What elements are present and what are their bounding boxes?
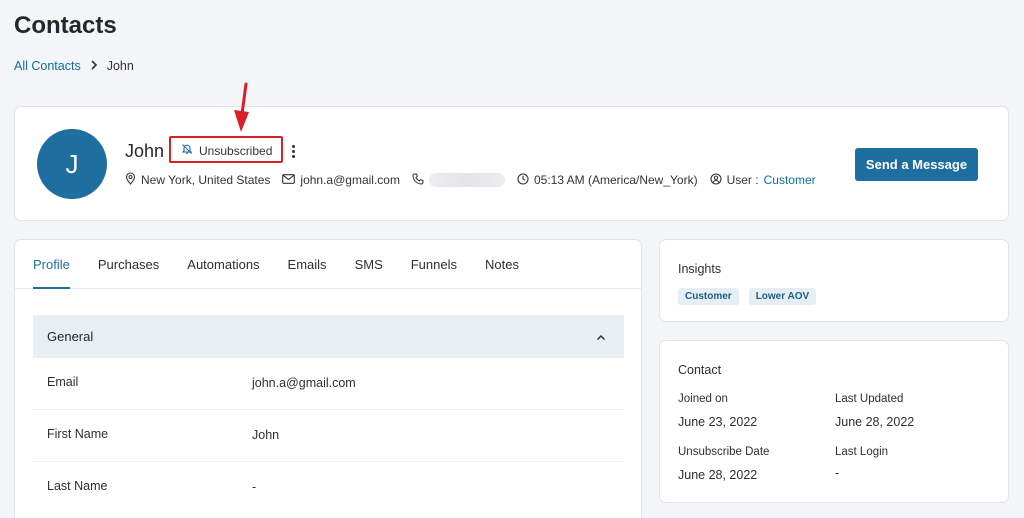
clock-icon [517,172,529,188]
tab-purchases[interactable]: Purchases [98,240,159,288]
last-updated-value: June 28, 2022 [835,415,915,429]
joined-on-value: June 23, 2022 [678,415,758,429]
send-message-button[interactable]: Send a Message [855,148,978,181]
breadcrumb: All Contacts John [14,59,134,73]
status-label: Unsubscribed [199,143,273,158]
status-badge: Unsubscribed [181,143,272,158]
annotation-arrow-icon [234,82,249,132]
breadcrumb-all-contacts[interactable]: All Contacts [14,59,81,73]
tab-notes[interactable]: Notes [485,240,519,288]
user-type-link[interactable]: Customer [764,173,816,187]
user-type-label: User : [726,173,759,187]
tag-lower-aov[interactable]: Lower AOV [748,288,817,305]
avatar: J [37,129,107,199]
tab-emails[interactable]: Emails [288,240,327,288]
tab-bar: Profile Purchases Automations Emails SMS… [15,240,641,289]
chevron-up-icon [596,329,606,344]
meta-phone [412,173,505,188]
unsubscribe-date-label: Unsubscribe Date [678,446,770,458]
bell-off-icon [181,143,193,158]
page-title: Contacts [14,12,117,39]
contact-info-card: Contact Joined on June 23, 2022 Last Upd… [659,340,1009,503]
tab-automations[interactable]: Automations [187,240,259,288]
field-label: Last Name [47,479,108,493]
tag-customer[interactable]: Customer [678,288,739,305]
contact-header-card: J John Unsubscribed New York, United Sta… [14,106,1009,221]
kebab-menu-icon[interactable] [287,140,299,162]
last-login-label: Last Login [835,446,889,458]
meta-time: 05:13 AM (America/New_York) [517,172,698,188]
user-icon [710,172,722,188]
tab-sms[interactable]: SMS [355,240,383,288]
mail-icon [282,173,296,187]
profile-panel: Profile Purchases Automations Emails SMS… [14,239,642,518]
unsubscribe-date-value: June 28, 2022 [678,468,758,482]
meta-user-type: User : Customer [710,172,816,188]
chevron-right-icon [90,59,98,73]
contact-name: John [125,141,165,161]
field-value: john.a@gmail.com [252,376,356,390]
location-text: New York, United States [141,173,271,187]
tab-funnels[interactable]: Funnels [411,240,457,288]
field-value: John [252,428,280,442]
phone-icon [412,173,424,188]
phone-number-redacted [428,173,505,187]
joined-on-label: Joined on [678,393,728,405]
location-pin-icon [125,172,136,188]
local-time-text: 05:13 AM (America/New_York) [533,173,698,187]
insights-tags: Customer Lower AOV [678,288,817,305]
email-text[interactable]: john.a@gmail.com [300,173,400,187]
general-section-title: General [47,329,94,344]
field-row-last-name: Last Name - [33,462,624,514]
field-row-first-name: First Name John [33,410,624,462]
tab-profile[interactable]: Profile [33,240,70,289]
last-updated-label: Last Updated [835,393,904,405]
breadcrumb-current: John [106,59,134,73]
last-login-value: - [835,466,840,480]
contact-meta: New York, United States john.a@gmail.com… [125,172,828,188]
general-section-header[interactable]: General [33,315,624,358]
field-label: Email [47,375,79,389]
insights-title: Insights [678,262,722,276]
field-row-email: Email john.a@gmail.com [33,358,624,410]
meta-location: New York, United States [125,172,270,188]
insights-card: Insights Customer Lower AOV [659,239,1009,322]
contact-info-title: Contact [678,363,722,377]
meta-email: john.a@gmail.com [282,173,400,187]
field-value: - [252,480,257,494]
field-label: First Name [47,427,109,441]
